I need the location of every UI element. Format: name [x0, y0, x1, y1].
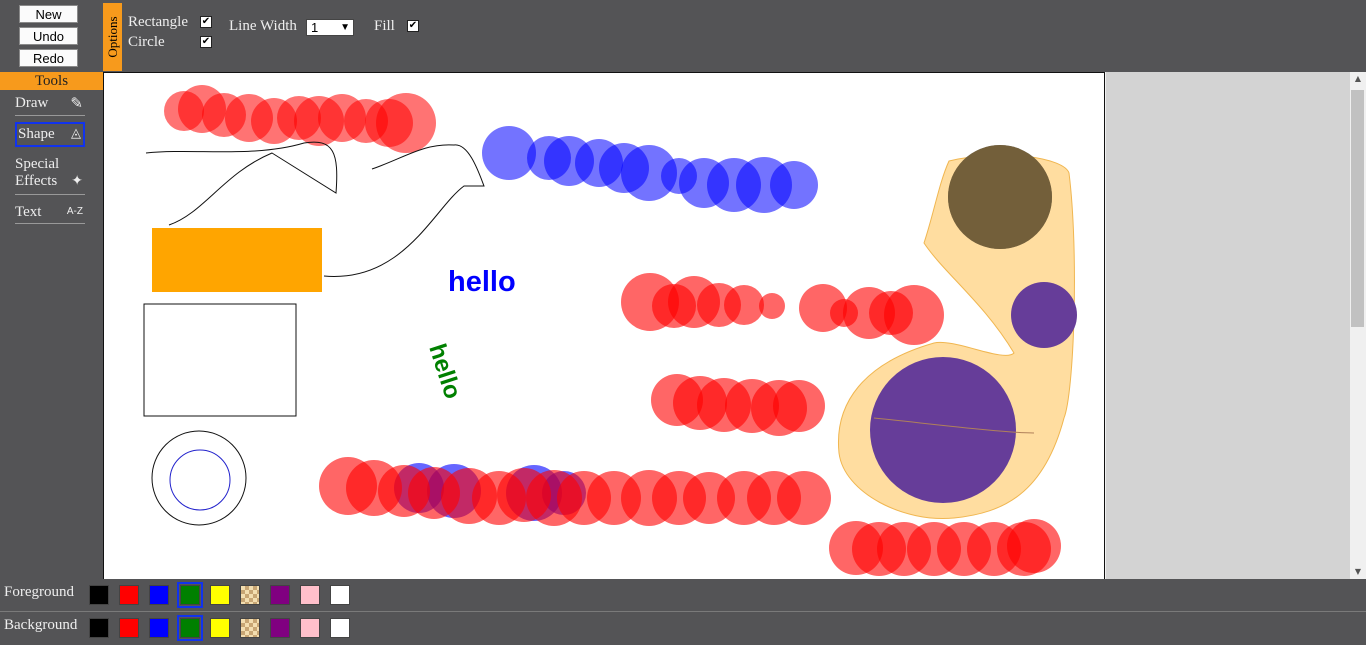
redo-button[interactable]: Redo — [19, 49, 78, 67]
background-swatch-ffff00[interactable] — [210, 618, 230, 638]
background-swatch-000000[interactable] — [89, 618, 109, 638]
hello-green-text: hello — [423, 341, 466, 403]
scroll-thumb[interactable] — [1351, 90, 1364, 327]
special-effects-label-1: Special — [15, 156, 60, 172]
red-brush-stroke-4 — [319, 457, 831, 526]
foreground-swatch-transparent[interactable] — [240, 585, 260, 605]
foreground-swatch-0000ff[interactable] — [149, 585, 169, 605]
black-circle-overlay — [948, 145, 1052, 249]
draw-tool[interactable]: Draw ✎ — [15, 94, 85, 116]
orange-rectangle — [152, 228, 322, 292]
foreground-swatch-ff0000[interactable] — [119, 585, 139, 605]
options-tab-label: Options — [104, 16, 120, 58]
hello-blue-text: hello — [448, 266, 516, 298]
new-button[interactable]: New — [19, 5, 78, 23]
tools-panel — [0, 72, 103, 579]
background-label: Background — [4, 617, 78, 633]
background-swatch-ffffff[interactable] — [330, 618, 350, 638]
scroll-up-icon[interactable]: ▲ — [1350, 72, 1366, 86]
red-brush-stroke-2 — [621, 273, 944, 345]
canvas-surround — [1106, 72, 1350, 579]
red-brush-stroke-3 — [651, 374, 825, 436]
special-effects-label-2: Effects — [15, 173, 58, 189]
background-swatch-008000[interactable] — [177, 615, 203, 641]
background-swatch-transparent[interactable] — [240, 618, 260, 638]
chevron-down-icon: ▼ — [340, 22, 350, 33]
special-effects-tool[interactable]: Special Effects ✦ — [15, 156, 85, 195]
shapes-icon: ◬ — [71, 126, 81, 141]
color-palette-panel — [0, 579, 1366, 645]
background-swatch-ffc0cb[interactable] — [300, 618, 320, 638]
drawing-canvas[interactable]: hello hello — [103, 72, 1105, 579]
rectangle-label: Rectangle — [128, 14, 188, 30]
foreground-swatch-000000[interactable] — [89, 585, 109, 605]
line-width-label: Line Width — [229, 18, 297, 34]
text-tool[interactable]: Text A-Z — [15, 204, 85, 224]
foreground-swatch-ffff00[interactable] — [210, 585, 230, 605]
shape-tool-label: Shape — [18, 126, 55, 142]
background-swatch-800080[interactable] — [270, 618, 290, 638]
circle-label: Circle — [128, 34, 165, 50]
fill-label: Fill — [374, 18, 395, 34]
background-swatch-0000ff[interactable] — [149, 618, 169, 638]
shape-tool[interactable]: Shape ◬ — [15, 122, 85, 147]
circle-checkbox[interactable]: ✔ — [200, 36, 212, 48]
canvas-drawing: hello hello — [143, 85, 1077, 576]
outlined-rectangle — [143, 303, 297, 417]
scroll-down-icon[interactable]: ▼ — [1350, 565, 1366, 579]
palette-divider — [0, 611, 1366, 612]
red-brush-stroke-5 — [829, 519, 1061, 576]
tools-header: Tools — [0, 72, 103, 90]
foreground-label: Foreground — [4, 584, 74, 600]
black-circle-outline — [151, 430, 247, 526]
fill-checkbox[interactable]: ✔ — [407, 20, 419, 32]
foreground-swatch-008000[interactable] — [177, 582, 203, 608]
draw-tool-label: Draw — [15, 95, 49, 111]
options-tab[interactable]: Options — [103, 3, 122, 71]
pencil-icon: ✎ — [70, 94, 83, 112]
black-scribble-1 — [145, 141, 338, 226]
text-tool-label: Text — [15, 204, 42, 220]
black-scribble-2 — [323, 144, 485, 277]
blue-brush-stroke-1 — [482, 126, 818, 213]
foreground-swatch-800080[interactable] — [270, 585, 290, 605]
foreground-swatch-ffffff[interactable] — [330, 585, 350, 605]
foreground-swatch-ffc0cb[interactable] — [300, 585, 320, 605]
rectangle-checkbox[interactable]: ✔ — [200, 16, 212, 28]
text-az-icon: A-Z — [66, 206, 83, 217]
background-swatch-ff0000[interactable] — [119, 618, 139, 638]
line-width-value: 1 — [311, 20, 319, 35]
line-width-select[interactable]: 1 ▼ — [306, 19, 354, 36]
sparkle-icon: ✦ — [71, 173, 83, 189]
red-brush-stroke-1 — [164, 85, 436, 153]
undo-button[interactable]: Undo — [19, 27, 78, 45]
purple-small-circle — [1011, 282, 1077, 348]
blue-circle-outline — [169, 449, 231, 511]
